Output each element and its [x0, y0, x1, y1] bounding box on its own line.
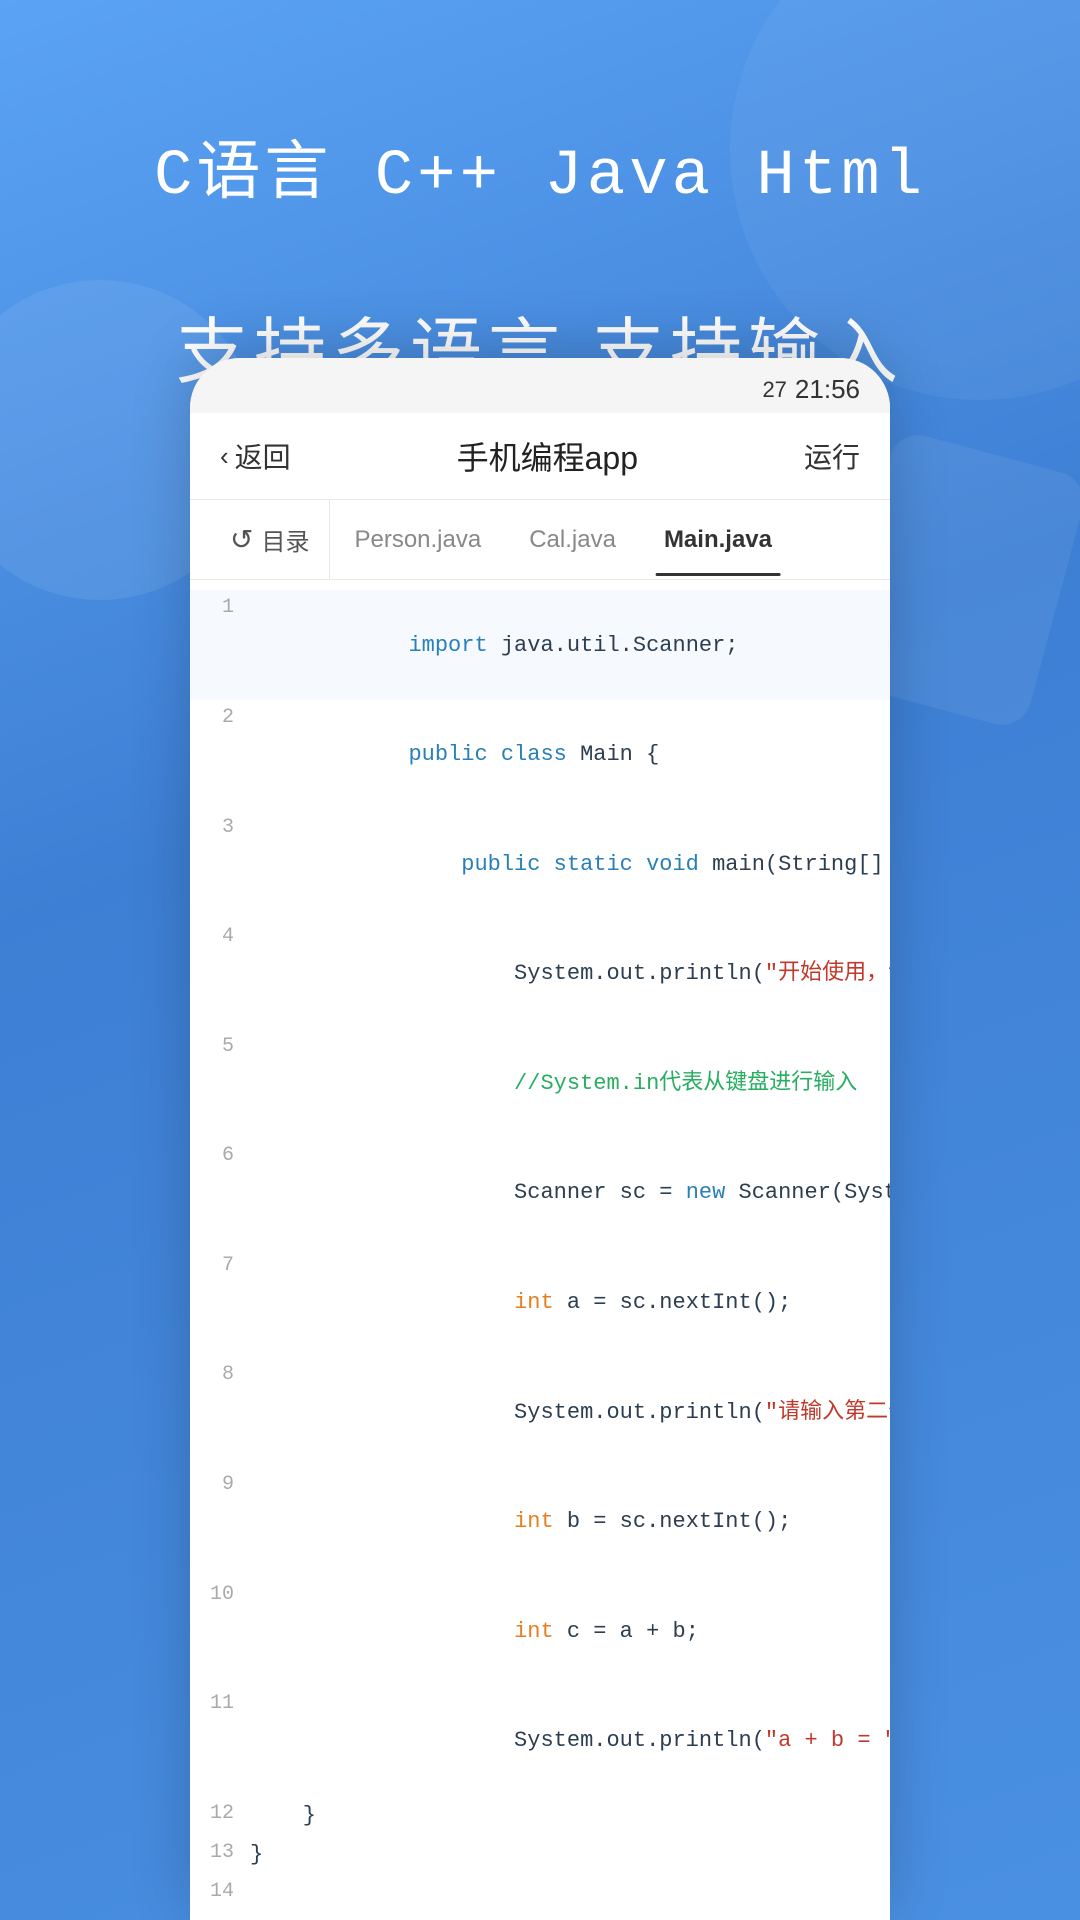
line-content-11: System.out.println("a + b = " + c);	[250, 1688, 890, 1794]
back-arrow-icon: ‹	[220, 441, 229, 472]
code-line-11: 11 System.out.println("a + b = " + c);	[190, 1686, 890, 1796]
line-content-6: Scanner sc = new Scanner(System.in);	[250, 1140, 890, 1246]
code-line-10: 10 int c = a + b;	[190, 1577, 890, 1687]
status-bar: 27 21:56	[190, 358, 890, 413]
app-navbar: ‹ 返回 手机编程app 运行	[190, 413, 890, 500]
phone-mockup-container: 27 21:56 ‹ 返回 手机编程app 运行 ↺ 目录	[190, 358, 890, 1920]
time-display: 21:56	[795, 374, 860, 405]
tab-cal-java[interactable]: Cal.java	[505, 504, 640, 576]
line-num-4: 4	[190, 921, 250, 953]
battery-indicator: 27	[762, 377, 786, 403]
code-editor[interactable]: 1 import java.util.Scanner; 2 public cla…	[190, 580, 890, 1920]
directory-label: 目录	[261, 522, 309, 557]
code-line-6: 6 Scanner sc = new Scanner(System.in);	[190, 1138, 890, 1248]
file-tabs-bar: ↺ 目录 Person.java Cal.java Main.java	[190, 500, 890, 580]
line-num-2: 2	[190, 702, 250, 734]
line-num-14: 14	[190, 1876, 250, 1908]
run-button[interactable]: 运行	[804, 436, 860, 476]
line-content-9: int b = sc.nextInt();	[250, 1469, 890, 1575]
tab-directory[interactable]: ↺ 目录	[210, 500, 330, 579]
line-num-1: 1	[190, 592, 250, 624]
code-line-14: 14	[190, 1874, 890, 1910]
phone-mockup: 27 21:56 ‹ 返回 手机编程app 运行 ↺ 目录	[190, 358, 890, 1920]
code-line-5: 5 //System.in代表从键盘进行输入	[190, 1029, 890, 1139]
line-content-10: int c = a + b;	[250, 1579, 890, 1685]
header-section: C语言 C++ Java Html 支持多语言 支持输入	[0, 120, 1080, 398]
line-num-8: 8	[190, 1359, 250, 1391]
back-button[interactable]: ‹ 返回	[220, 436, 291, 476]
code-line-1: 1 import java.util.Scanner;	[190, 590, 890, 700]
line-num-13: 13	[190, 1837, 250, 1869]
code-line-13: 13 }	[190, 1835, 890, 1874]
line-num-9: 9	[190, 1469, 250, 1501]
line-num-10: 10	[190, 1579, 250, 1611]
line-content-13: }	[250, 1837, 890, 1872]
tab-main-java[interactable]: Main.java	[640, 504, 796, 576]
line-num-7: 7	[190, 1250, 250, 1282]
line-content-1: import java.util.Scanner;	[250, 592, 890, 698]
code-line-4: 4 System.out.println("开始使用，请输入第一个整数吧。");	[190, 919, 890, 1029]
line-num-6: 6	[190, 1140, 250, 1172]
code-line-7: 7 int a = sc.nextInt();	[190, 1248, 890, 1358]
line-num-11: 11	[190, 1688, 250, 1720]
code-line-9: 9 int b = sc.nextInt();	[190, 1467, 890, 1577]
line-content-2: public class Main {	[250, 702, 890, 808]
app-background: C语言 C++ Java Html 支持多语言 支持输入 27 21:56 ‹ …	[0, 0, 1080, 1920]
sync-icon: ↺	[230, 523, 253, 556]
code-line-3: 3 public static void main(String[] args)…	[190, 810, 890, 920]
line-num-5: 5	[190, 1031, 250, 1063]
page-title: 手机编程app	[457, 433, 638, 479]
line-content-7: int a = sc.nextInt();	[250, 1250, 890, 1356]
code-line-12: 12 }	[190, 1796, 890, 1835]
back-label: 返回	[235, 436, 291, 476]
code-line-2: 2 public class Main {	[190, 700, 890, 810]
language-list-text: C语言 C++ Java Html	[40, 120, 1040, 213]
line-content-12: }	[250, 1798, 890, 1833]
line-content-5: //System.in代表从键盘进行输入	[250, 1031, 890, 1137]
tab-person-java[interactable]: Person.java	[330, 504, 505, 576]
code-line-8: 8 System.out.println("请输入第二个整数吧。");	[190, 1357, 890, 1467]
line-content-8: System.out.println("请输入第二个整数吧。");	[250, 1359, 890, 1465]
line-num-12: 12	[190, 1798, 250, 1830]
line-content-3: public static void main(String[] args){	[250, 812, 890, 918]
line-num-3: 3	[190, 812, 250, 844]
line-content-4: System.out.println("开始使用，请输入第一个整数吧。");	[250, 921, 890, 1027]
